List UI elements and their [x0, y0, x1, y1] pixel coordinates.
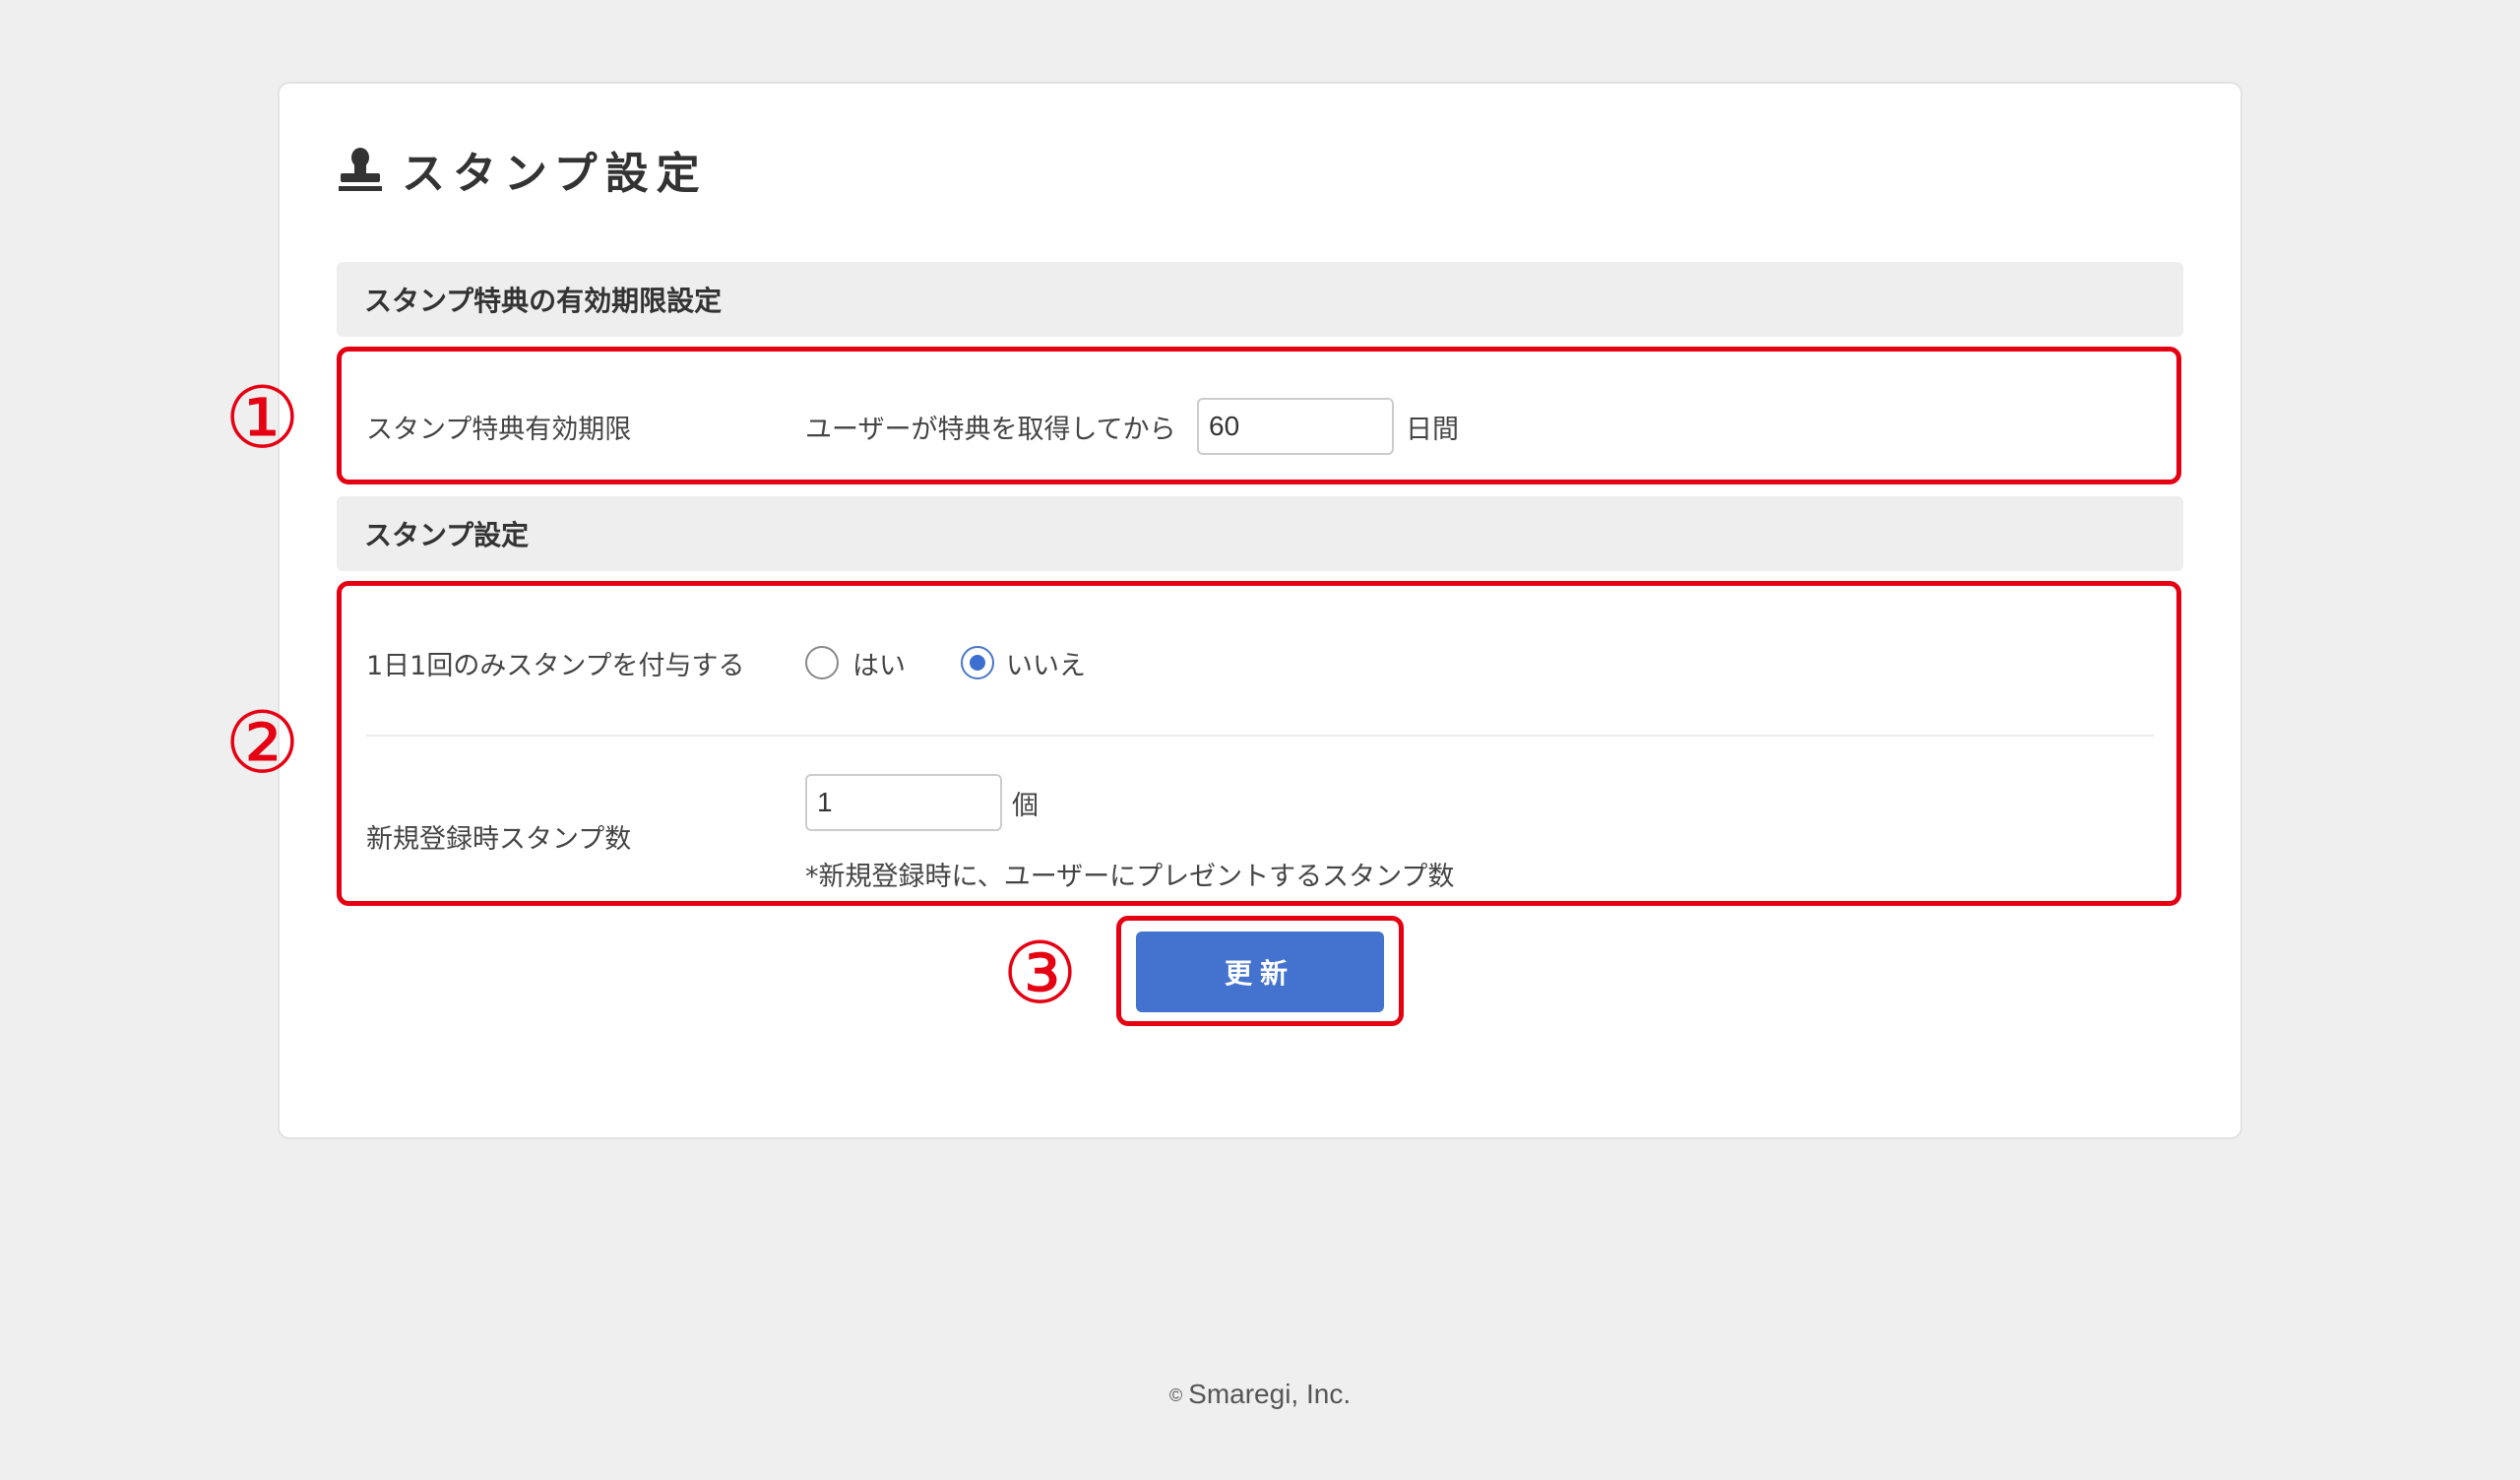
stamp-icon [337, 147, 384, 192]
footer: © Smaregi, Inc. [0, 1379, 2520, 1410]
section-header-expiry: スタンプ特典の有効期限設定 [337, 262, 2183, 337]
radio-yes-label[interactable]: はい [852, 644, 906, 682]
expiry-unit: 日間 [1406, 415, 1459, 445]
annotation-1: ① [224, 369, 301, 468]
signup-stamps-help: *新規登録時に、ユーザーにプレゼントするスタンプ数 [805, 862, 1455, 892]
radio-yes[interactable] [805, 646, 839, 679]
expiry-field-label: スタンプ特典有効期限 [366, 415, 632, 445]
radio-no[interactable] [961, 646, 994, 679]
row-divider [366, 735, 2154, 737]
copyright-symbol: © [1168, 1385, 1183, 1406]
expiry-days-input[interactable]: 60 [1197, 398, 1394, 455]
update-button[interactable]: 更新 [1136, 932, 1384, 1012]
footer-company: Smaregi, Inc. [1188, 1379, 1352, 1409]
section-header-stamp: スタンプ設定 [337, 496, 2183, 571]
page-title: スタンプ設定 [402, 149, 708, 199]
signup-stamps-label: 新規登録時スタンプ数 [366, 824, 632, 855]
expiry-prefix-text: ユーザーが特典を取得してから [805, 415, 1176, 445]
radio-no-label[interactable]: いいえ [1006, 644, 1086, 682]
signup-stamps-input[interactable]: 1 [805, 774, 1002, 831]
once-per-day-label: 1日1回のみスタンプを付与する [366, 651, 745, 681]
annotation-3: ③ [1002, 925, 1079, 1023]
annotation-2: ② [224, 694, 301, 793]
signup-stamps-unit: 個 [1012, 791, 1039, 821]
page-header: スタンプ設定 [337, 138, 708, 201]
